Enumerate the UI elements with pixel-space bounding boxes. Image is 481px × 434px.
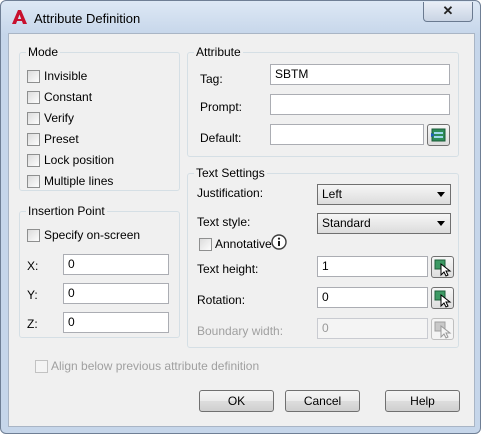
prompt-label: Prompt: [200, 100, 243, 114]
insert-field-icon [431, 128, 446, 142]
chevron-down-icon [437, 221, 445, 226]
specify-on-screen-checkbox[interactable] [27, 229, 40, 242]
lock-position-checkbox[interactable] [27, 154, 40, 167]
chevron-down-icon [437, 192, 445, 197]
justification-value: Left [322, 187, 343, 201]
text-height-label: Text height: [197, 262, 259, 276]
rotation-label: Rotation: [197, 293, 246, 307]
default-label: Default: [200, 131, 242, 145]
multiple-lines-label[interactable]: Multiple lines [44, 174, 113, 188]
text-style-value: Standard [322, 216, 371, 230]
insert-field-button[interactable] [427, 124, 450, 146]
preset-label[interactable]: Preset [44, 132, 79, 146]
text-style-select[interactable]: Standard [317, 213, 451, 234]
x-label: X: [27, 259, 39, 273]
window-title: Attribute Definition [34, 11, 141, 26]
align-below-checkbox [35, 360, 48, 373]
y-input[interactable]: 0 [63, 283, 169, 304]
tag-input[interactable]: SBTM [270, 64, 450, 85]
constant-checkbox[interactable] [27, 91, 40, 104]
text-settings-group-title: Text Settings [194, 166, 267, 180]
text-height-input[interactable]: 1 [317, 256, 428, 277]
annotative-label[interactable]: Annotative [215, 237, 272, 251]
constant-label[interactable]: Constant [44, 90, 92, 104]
justification-label: Justification: [197, 186, 264, 200]
specify-on-screen-label[interactable]: Specify on-screen [44, 228, 140, 242]
tag-label: Tag: [200, 72, 223, 86]
close-icon: ✕ [442, 3, 454, 18]
insertion-point-group: Insertion Point Specify on-screen X: 0 Y… [19, 204, 180, 338]
ok-button[interactable]: OK [199, 390, 274, 412]
pick-rotation-button[interactable] [431, 287, 454, 309]
preset-checkbox[interactable] [27, 133, 40, 146]
y-label: Y: [27, 288, 38, 302]
mode-group: Mode Invisible Constant Verify Preset Lo… [19, 45, 180, 191]
boundary-width-label: Boundary width: [197, 324, 284, 338]
pick-point-icon [434, 259, 452, 277]
dialog-client-area: Mode Invisible Constant Verify Preset Lo… [8, 33, 475, 427]
z-label: Z: [27, 317, 38, 331]
info-icon[interactable] [271, 234, 287, 250]
invisible-label[interactable]: Invisible [44, 69, 87, 83]
pick-text-height-button[interactable] [431, 256, 454, 278]
text-settings-group: Text Settings Justification: Left Text s… [187, 166, 459, 348]
pick-point-icon [434, 290, 452, 308]
multiple-lines-checkbox[interactable] [27, 175, 40, 188]
annotative-checkbox[interactable] [199, 238, 212, 251]
title-bar[interactable]: Attribute Definition ✕ [1, 1, 480, 35]
insertion-point-group-title: Insertion Point [26, 204, 107, 218]
default-input[interactable] [270, 124, 424, 145]
lock-position-label[interactable]: Lock position [44, 153, 114, 167]
rotation-input[interactable]: 0 [317, 287, 428, 308]
attribute-group: Attribute Tag: SBTM Prompt: Default: [187, 45, 459, 157]
pick-point-icon [434, 321, 452, 339]
cancel-button[interactable]: Cancel [285, 390, 360, 412]
close-button[interactable]: ✕ [423, 2, 473, 22]
verify-label[interactable]: Verify [44, 111, 74, 125]
autocad-app-icon [12, 10, 27, 24]
mode-group-title: Mode [26, 45, 61, 59]
text-style-label: Text style: [197, 215, 251, 229]
justification-select[interactable]: Left [317, 184, 451, 205]
attribute-group-title: Attribute [194, 45, 243, 59]
invisible-checkbox[interactable] [27, 70, 40, 83]
z-input[interactable]: 0 [63, 312, 169, 333]
align-below-label: Align below previous attribute definitio… [51, 359, 260, 373]
boundary-width-input: 0 [317, 318, 428, 339]
x-input[interactable]: 0 [63, 254, 169, 275]
verify-checkbox[interactable] [27, 112, 40, 125]
pick-boundary-width-button [431, 318, 454, 340]
dialog-window: Attribute Definition ✕ Mode Invisible Co… [0, 0, 481, 434]
help-button[interactable]: Help [385, 390, 460, 412]
prompt-input[interactable] [270, 94, 450, 115]
